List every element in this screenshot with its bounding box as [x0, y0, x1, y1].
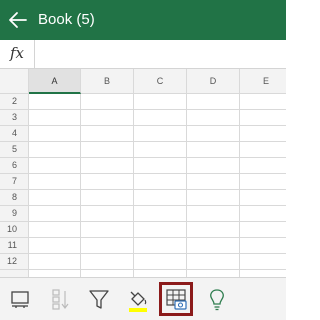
cell-a8[interactable]: [29, 190, 81, 206]
back-arrow-icon: [9, 12, 27, 28]
cell-c2[interactable]: [134, 94, 187, 110]
cell-a5[interactable]: [29, 142, 81, 158]
cell-d12[interactable]: [187, 254, 240, 270]
cell-b12[interactable]: [81, 254, 134, 270]
cell-b8[interactable]: [81, 190, 134, 206]
cell-c4[interactable]: [134, 126, 187, 142]
row-header-6[interactable]: 6: [0, 158, 29, 174]
cell-a4[interactable]: [29, 126, 81, 142]
filter-button[interactable]: [82, 282, 116, 316]
table-camera-icon: [166, 289, 187, 310]
sort-button[interactable]: [43, 282, 77, 316]
cell-e8[interactable]: [240, 190, 286, 206]
workbook-title: Book (5): [38, 11, 95, 28]
column-header-b[interactable]: B: [81, 69, 134, 94]
cell-a6[interactable]: [29, 158, 81, 174]
bottom-toolbar: [0, 277, 286, 320]
cell-e4[interactable]: [240, 126, 286, 142]
fill-color-button[interactable]: [121, 282, 155, 316]
row-header-7[interactable]: 7: [0, 174, 29, 190]
cell-b10[interactable]: [81, 222, 134, 238]
cell-a13[interactable]: [29, 270, 81, 277]
cell-b3[interactable]: [81, 110, 134, 126]
cell-c13[interactable]: [134, 270, 187, 277]
column-header-a[interactable]: A: [29, 69, 81, 94]
cell-b7[interactable]: [81, 174, 134, 190]
fx-label[interactable]: fx: [0, 40, 35, 68]
cell-e7[interactable]: [240, 174, 286, 190]
cell-c7[interactable]: [134, 174, 187, 190]
cell-d3[interactable]: [187, 110, 240, 126]
cell-d2[interactable]: [187, 94, 240, 110]
column-header-e[interactable]: E: [240, 69, 286, 94]
cell-e12[interactable]: [240, 254, 286, 270]
cell-c6[interactable]: [134, 158, 187, 174]
cell-a11[interactable]: [29, 238, 81, 254]
cell-b6[interactable]: [81, 158, 134, 174]
cell-a9[interactable]: [29, 206, 81, 222]
row-header-11[interactable]: 11: [0, 238, 29, 254]
cell-e13[interactable]: [240, 270, 286, 277]
cell-b11[interactable]: [81, 238, 134, 254]
cell-e11[interactable]: [240, 238, 286, 254]
cell-a12[interactable]: [29, 254, 81, 270]
fill-color-icon: [129, 291, 147, 312]
cell-b4[interactable]: [81, 126, 134, 142]
row-header-13[interactable]: [0, 270, 29, 277]
table-camera-button[interactable]: [159, 282, 193, 316]
row-header-12[interactable]: 12: [0, 254, 29, 270]
cell-b5[interactable]: [81, 142, 134, 158]
back-button[interactable]: [6, 8, 30, 32]
cell-b13[interactable]: [81, 270, 134, 277]
row-header-4[interactable]: 4: [0, 126, 29, 142]
sort-icon: [52, 289, 69, 310]
keyboard-view-icon: [11, 291, 29, 308]
cell-d4[interactable]: [187, 126, 240, 142]
cell-e2[interactable]: [240, 94, 286, 110]
row-header-5[interactable]: 5: [0, 142, 29, 158]
cell-b2[interactable]: [81, 94, 134, 110]
ideas-button[interactable]: [200, 282, 234, 316]
cell-a3[interactable]: [29, 110, 81, 126]
cell-c8[interactable]: [134, 190, 187, 206]
spreadsheet-grid: A B C D E 2 3 4 5 6 7 8 9 10 11 12: [0, 69, 286, 277]
cell-e9[interactable]: [240, 206, 286, 222]
cell-c12[interactable]: [134, 254, 187, 270]
lightbulb-icon: [210, 289, 224, 311]
cell-d6[interactable]: [187, 158, 240, 174]
cell-c10[interactable]: [134, 222, 187, 238]
row-header-10[interactable]: 10: [0, 222, 29, 238]
cell-d11[interactable]: [187, 238, 240, 254]
cell-d7[interactable]: [187, 174, 240, 190]
cell-a7[interactable]: [29, 174, 81, 190]
cell-d13[interactable]: [187, 270, 240, 277]
cell-b9[interactable]: [81, 206, 134, 222]
formula-input[interactable]: [35, 40, 286, 68]
title-bar: Book (5): [0, 0, 286, 40]
cell-e5[interactable]: [240, 142, 286, 158]
column-header-d[interactable]: D: [187, 69, 240, 94]
row-header-3[interactable]: 3: [0, 110, 29, 126]
cell-c5[interactable]: [134, 142, 187, 158]
row-header-2[interactable]: 2: [0, 94, 29, 110]
cell-d9[interactable]: [187, 206, 240, 222]
cell-e3[interactable]: [240, 110, 286, 126]
keyboard-view-button[interactable]: [3, 282, 37, 316]
cell-e6[interactable]: [240, 158, 286, 174]
row-header-8[interactable]: 8: [0, 190, 29, 206]
cell-d10[interactable]: [187, 222, 240, 238]
cell-c11[interactable]: [134, 238, 187, 254]
cell-a10[interactable]: [29, 222, 81, 238]
cell-d8[interactable]: [187, 190, 240, 206]
row-header-9[interactable]: 9: [0, 206, 29, 222]
cell-c3[interactable]: [134, 110, 187, 126]
formula-bar: fx: [0, 40, 286, 69]
cell-d5[interactable]: [187, 142, 240, 158]
column-header-c[interactable]: C: [134, 69, 187, 94]
cell-a2[interactable]: [29, 94, 81, 110]
filter-icon: [89, 290, 109, 309]
cell-e10[interactable]: [240, 222, 286, 238]
cell-c9[interactable]: [134, 206, 187, 222]
select-all-corner[interactable]: [0, 69, 29, 94]
